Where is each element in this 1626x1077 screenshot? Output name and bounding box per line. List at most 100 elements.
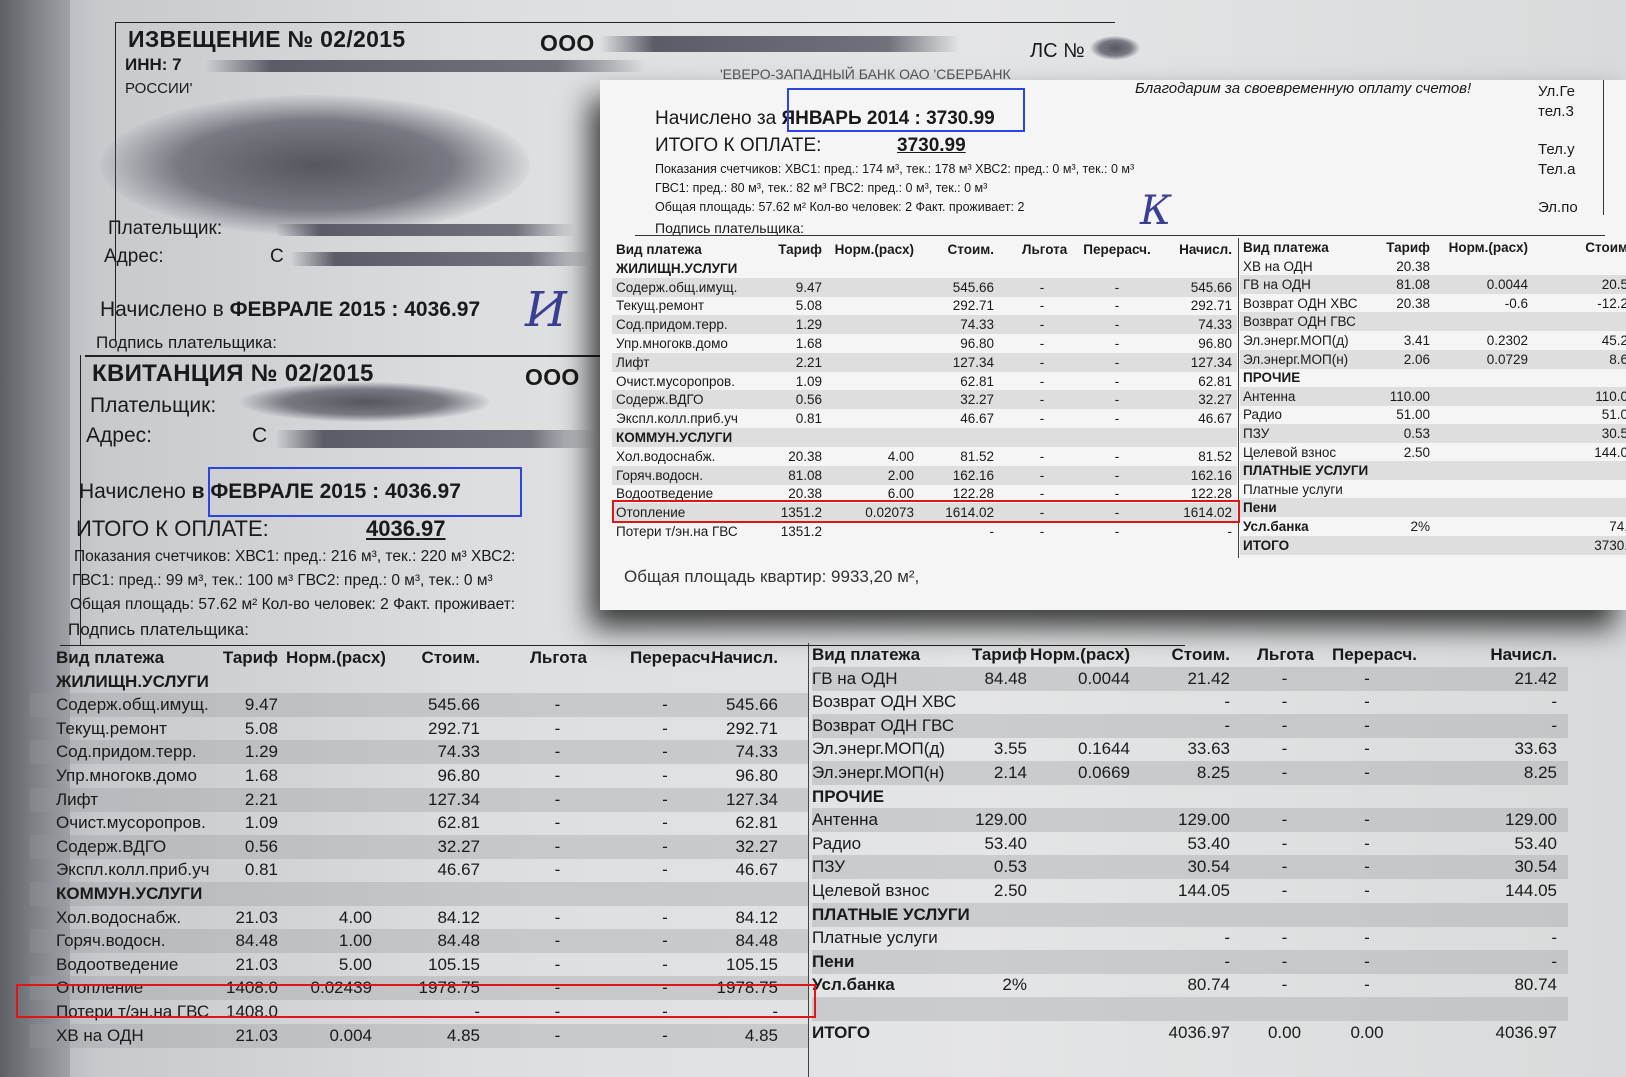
payment-name: Платные услуги: [812, 928, 938, 948]
cell-value: 5.08: [795, 298, 822, 314]
payment-name: Потери т/эн.на ГВС: [616, 524, 738, 539]
jan-footer: Общая площадь квартир: 9933,20 м²,: [624, 567, 920, 586]
cell-value: 96.80: [960, 336, 994, 351]
section-label: ЖИЛИЩН.УСЛУГИ: [616, 260, 738, 276]
table-row: Экспл.колл.приб.уч 0.81 46.67- -46.67: [30, 858, 808, 882]
section-label: ПРОЧИЕ: [812, 786, 885, 806]
cell-value: 96.80: [437, 766, 480, 785]
cell-value: 80.74: [1514, 975, 1557, 995]
cell-value: -: [554, 1025, 561, 1045]
cell-value: -: [1281, 692, 1288, 712]
jan-side-text: Ул.Ге тел.3 Тел.у Тел.а Эл.по: [1538, 83, 1578, 216]
cell-value: -: [1281, 739, 1288, 759]
cell-value: 53.40: [984, 833, 1027, 853]
table-header-row: Вид платежа Тариф Норм.(расх) Стоим. Льгота П…: [30, 646, 808, 670]
highlight-jan-heating: [612, 500, 1240, 523]
cell-value: 45.2: [1601, 333, 1626, 348]
cell-value: 20.38: [788, 448, 822, 464]
cell-value: 0.1644: [1078, 739, 1130, 759]
cell-value: -: [1114, 448, 1120, 464]
table-row: Содерж.общ.имущ. 9.47 545.66- -545.66: [30, 693, 808, 718]
column-header: Начисл.: [711, 648, 778, 667]
table-row: Упр.многокв.домо 1.68 96.80- -96.80: [612, 334, 1237, 353]
cell-value: 4.00: [887, 448, 914, 464]
table-row: ХВ на ОДН 20.38: [1240, 257, 1626, 276]
cell-value: 292.71: [1190, 298, 1232, 314]
cell-value: 30.54: [1187, 857, 1230, 877]
payment-name: Упр.многокв.домо: [616, 336, 728, 351]
cell-value: 62.81: [437, 813, 480, 833]
cell-value: 74.33: [735, 742, 778, 762]
cell-value: 46.67: [735, 860, 778, 880]
table-row: Содерж.общ.имущ. 9.47 545.66- -545.66: [612, 277, 1237, 297]
cell-value: 8.25: [1196, 763, 1230, 782]
jan-total-value: 3730.99: [897, 135, 966, 156]
column-header: Льгота: [1257, 645, 1314, 664]
cell-value: -: [1364, 763, 1370, 782]
notice-charged: Начислено в ФЕВРАЛЕ 2015 : 4036.97: [100, 298, 481, 321]
cell-value: 162.16: [952, 467, 994, 483]
cell-value: -: [554, 813, 561, 833]
cell-value: -: [1114, 279, 1120, 295]
section-row: ЖИЛИЩН.УСЛУГИ: [30, 670, 808, 694]
cell-value: 30.54: [1514, 857, 1557, 877]
table-row: ИТОГО 3730.: [1240, 535, 1626, 555]
column-header: Начисл.: [1490, 645, 1557, 664]
column-header: Перерасч.: [1083, 242, 1151, 257]
redacted-address: [290, 252, 590, 266]
table-row: Возврат ОДН ХВС 20.38 -0.6 -12.2: [1240, 294, 1626, 313]
notice-signature-mark: И: [525, 282, 567, 338]
cell-value: 2.06: [1403, 351, 1430, 367]
highlight-jan-period: [787, 88, 1025, 132]
table-row: ИТОГО 4036.97 0.00 0.00 4036.97: [812, 1021, 1568, 1045]
section-row: КОММУН.УСЛУГИ: [30, 882, 808, 906]
table-row: Лифт 2.21 127.34 - - 127.34: [612, 352, 1237, 372]
cell-value: -: [1364, 833, 1370, 853]
table-row: Упр.многокв.домо 1.68 96.80- -96.80: [30, 764, 808, 788]
table-row: Пени - - - -: [812, 949, 1568, 974]
cell-value: 0.00: [1350, 1022, 1384, 1042]
inn-label: ИНН: 7: [125, 55, 182, 74]
cell-value: -12.2: [1597, 295, 1626, 311]
cell-value: -: [1039, 411, 1045, 427]
table-row: Платные услуги: [1240, 480, 1626, 499]
cell-value: 144.0: [1594, 444, 1626, 460]
column-header: Норм.(расх): [1030, 645, 1130, 664]
section-row: ПЛАТНЫЕ УСЛУГИ: [812, 902, 1568, 927]
column-header: Норм.(расх): [834, 242, 914, 257]
jan-area-line: Общая площадь: 57.62 м² Кол-во человек: …: [655, 200, 1025, 214]
cell-value: 1.68: [244, 766, 278, 785]
cell-value: 0.53: [993, 857, 1027, 877]
table-header-row: Вид платежа Тариф Норм.(расх) Стоим: [1240, 238, 1626, 257]
cell-value: 2.50: [1403, 444, 1430, 460]
cell-value: 2.21: [795, 354, 822, 370]
cell-value: 62.81: [960, 373, 994, 389]
frame-line: [635, 235, 1605, 236]
cell-value: 32.27: [735, 836, 778, 856]
column-header: Стоим.: [1171, 645, 1230, 664]
cell-value: 127.34: [726, 789, 778, 809]
cell-value: -: [1281, 668, 1288, 688]
cell-value: -: [1114, 467, 1120, 483]
cell-value: 127.34: [428, 789, 480, 809]
cell-value: 21.03: [235, 954, 278, 974]
payment-name: Платные услуги: [1243, 481, 1343, 497]
receipt-total-value: 4036.97: [366, 516, 446, 541]
cell-value: -: [554, 742, 561, 762]
cell-value: 0.004: [329, 1025, 372, 1045]
receipt-total-label: ИТОГО К ОПЛАТЕ:: [76, 516, 269, 541]
cell-value: 127.34: [952, 354, 994, 370]
table-row: Очист.мусоропров. 1.09 62.81 - - 62.81: [612, 372, 1237, 391]
cell-value: 162.16: [1190, 467, 1232, 483]
cell-value: 1.09: [795, 373, 822, 389]
notice-signature-label: Подпись плательщика:: [96, 333, 277, 352]
cell-value: 74.33: [437, 742, 480, 762]
cell-value: 1.00: [338, 931, 372, 951]
receipt-address-label: Адрес:: [86, 424, 152, 447]
cell-value: -: [1281, 833, 1288, 853]
cell-value: 1.68: [795, 336, 822, 351]
column-header: Тариф: [778, 242, 822, 257]
column-header: Тариф: [1386, 240, 1430, 255]
ls-label: ЛС №: [1030, 40, 1085, 62]
cell-value: -: [1039, 317, 1045, 333]
